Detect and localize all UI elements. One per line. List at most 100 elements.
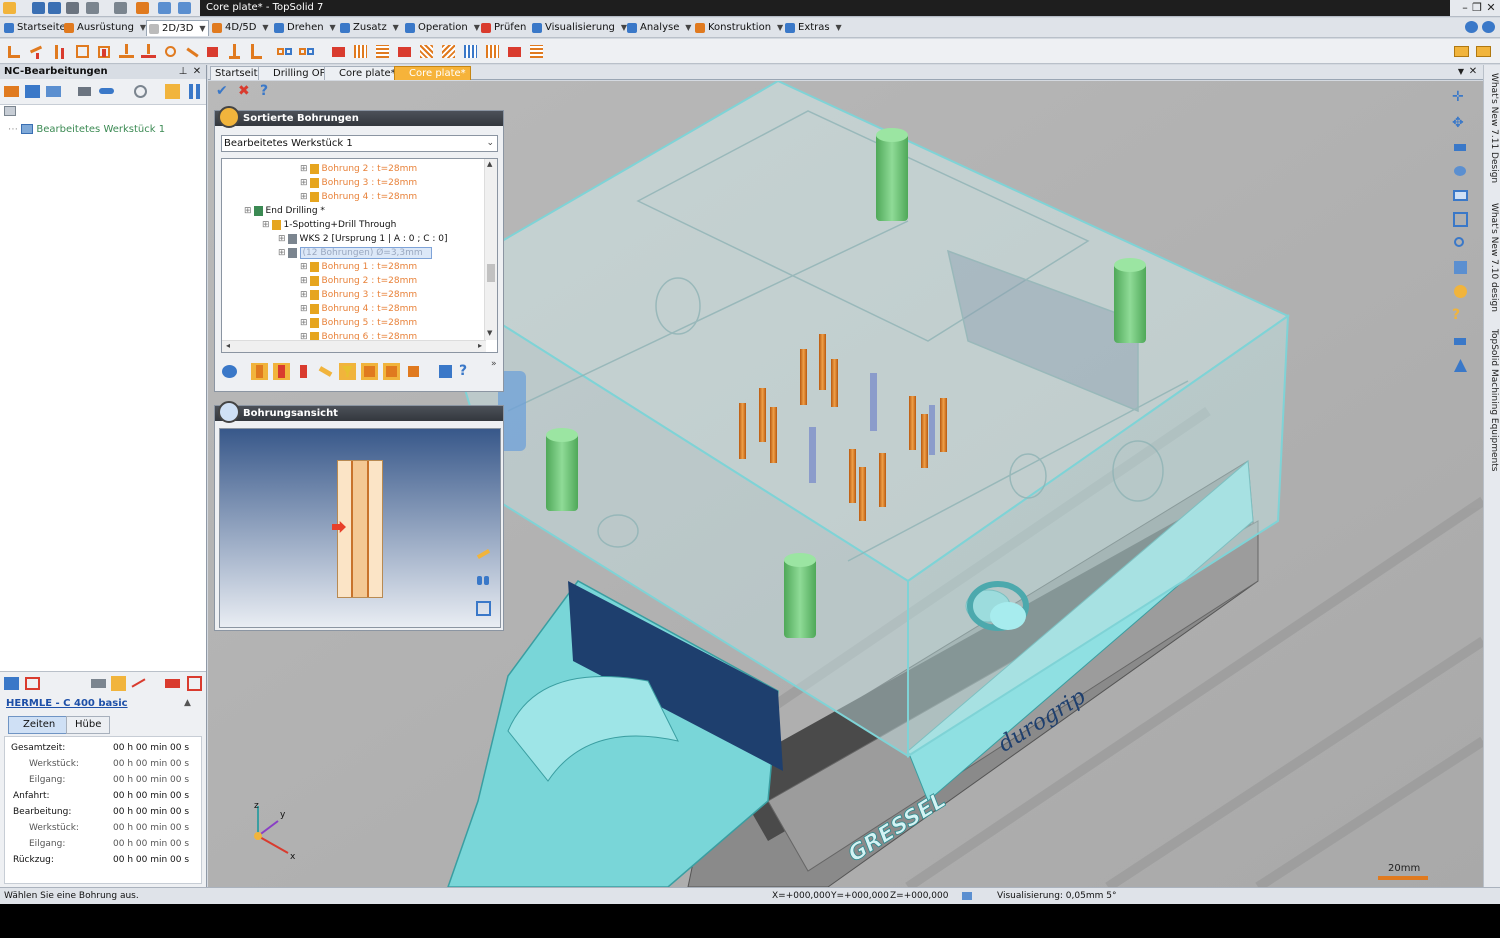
menu-extras[interactable]: Extras ▼ [783,20,844,36]
tree-expander-icon[interactable]: ⊞ [278,234,286,244]
chevron-down-icon[interactable]: ⌄ [486,136,494,151]
menu-konstruktion[interactable]: Konstruktion ▼ [693,20,785,36]
hole-type-3-icon[interactable] [295,363,312,380]
scroll-down-icon[interactable]: ▼ [487,329,492,337]
tree-row-drill[interactable]: ⊞ Bohrung 3 : t=28mm [300,288,417,302]
stock-icon[interactable] [24,83,41,100]
dock-tab-machining-equipments[interactable]: TopSolid Machining Equipments [1486,329,1499,471]
redo-icon[interactable] [114,2,127,14]
tab-drilling-op[interactable]: Drilling OP [258,66,331,80]
deburr-tool-icon[interactable] [506,43,523,60]
help-icon[interactable] [1465,21,1478,33]
machine-icon[interactable] [3,83,20,100]
scroll-thumb[interactable] [487,264,495,282]
tap-tool-icon[interactable] [140,43,157,60]
zoom-icon[interactable] [1452,235,1469,252]
cancel-icon[interactable]: ✖ [238,83,255,100]
chevron-down-icon[interactable]: ▼ [834,20,844,36]
chevron-down-icon[interactable]: ▼ [198,21,208,37]
tree-expander-icon[interactable]: ⊞ [300,290,308,300]
fixture-icon[interactable] [45,83,62,100]
roughing-tool-icon[interactable] [418,43,435,60]
drill-tool-icon[interactable] [118,43,135,60]
tree-expander[interactable]: ⋯ [8,124,18,135]
chevron-down-icon[interactable]: ▼ [261,20,271,36]
hole-type-2-icon[interactable] [273,363,290,380]
info-icon[interactable] [1482,21,1495,33]
sync-ops-icon[interactable] [186,83,203,100]
probe-tool-icon[interactable] [528,43,545,60]
menu-operation[interactable]: Operation ▼ [403,20,482,36]
thread-tool-icon[interactable] [204,43,221,60]
tree-expander-icon[interactable]: ⊞ [300,262,308,272]
tree-row-wcs[interactable]: ⊞ WKS 2 [Ursprung 1 | A : 0 ; C : 0] [278,232,448,246]
face-tool-icon[interactable] [374,43,391,60]
hole-delete-icon[interactable] [405,363,422,380]
tree-expander-icon[interactable]: ⊞ [300,276,308,286]
slot-tool-icon[interactable] [396,43,413,60]
tree-row-drill[interactable]: ⊞ Bohrung 2 : t=28mm [300,274,417,288]
rest-tool-icon[interactable] [462,43,479,60]
hole-tool-icon[interactable] [96,43,113,60]
section-icon[interactable] [1452,333,1469,350]
menu-drehen[interactable]: Drehen ▼ [272,20,338,36]
tab-huebe[interactable]: Hübe [66,716,111,734]
refresh-icon[interactable] [158,2,171,14]
undo-icon[interactable] [86,2,99,14]
toolpath-icon[interactable] [90,675,107,692]
tree-expander-icon[interactable]: ⊞ [300,178,308,188]
chevron-down-icon[interactable]: ▼ [391,20,401,36]
tree-row-group[interactable]: ⊞ (12 Bohrungen) Ø=3,3mm [278,246,432,260]
menu-zusatz[interactable]: Zusatz ▼ [338,20,401,36]
layout-icon[interactable] [178,2,191,14]
print-icon[interactable] [66,2,79,14]
tree-expander-icon[interactable]: ⊞ [278,248,286,258]
menu-visualisierung[interactable]: Visualisierung ▼ [530,20,629,36]
view-direction-icon[interactable] [1452,139,1469,156]
tree-row-drill[interactable]: ⊞ Bohrung 4 : t=28mm [300,190,417,204]
tree-expander-icon[interactable]: ⊞ [262,220,270,230]
bore-tool-icon[interactable] [162,43,179,60]
tree-row-drill[interactable]: ⊞ Bohrung 4 : t=28mm [300,302,417,316]
contour-tool-icon[interactable] [352,43,369,60]
chamfer-tool-icon[interactable] [248,43,265,60]
zoom-fit-icon[interactable] [475,600,492,617]
line-tool-icon[interactable] [6,43,23,60]
menu-startseite[interactable]: Startseite [2,20,66,36]
tree-expander-icon[interactable]: ⊞ [300,192,308,202]
hole-filter-3-icon[interactable] [383,363,400,380]
pin-icon[interactable]: ⊥ [176,65,190,79]
menu-4d5d[interactable]: 4D/5D ▼ [210,20,271,36]
hole-export-icon[interactable] [437,363,454,380]
workpiece-select[interactable]: Bearbeitetes Werkstück 1 ⌄ [221,135,498,152]
tree-expander-icon[interactable]: ⊞ [300,304,308,314]
sort-ops-icon[interactable] [164,83,181,100]
bar-tool-icon[interactable] [52,43,69,60]
tree-row-tool[interactable]: ⊞ 1-Spotting+Drill Through [262,218,396,232]
machine-setup-icon[interactable] [3,675,20,692]
tree-expander-icon[interactable]: ⊞ [300,318,308,328]
finishing-tool-icon[interactable] [440,43,457,60]
motion-icon[interactable] [110,675,127,692]
perspective-icon[interactable] [1452,357,1469,374]
menu-ausruestung[interactable]: Ausrüstung ▼ [62,20,148,36]
more-icon[interactable]: » [491,359,497,369]
cube-view-icon[interactable] [1452,259,1469,276]
scroll-left-icon[interactable]: ◂ [226,341,230,350]
tree-vscrollbar[interactable]: ▲ ▼ [484,159,497,340]
save-all-icon[interactable] [48,2,61,14]
tree-row-drill[interactable]: ⊞ Bohrung 3 : t=28mm [300,176,417,190]
help-question-icon[interactable]: ? [260,83,277,100]
report-icon[interactable] [186,675,203,692]
viewports-icon[interactable] [1452,187,1469,204]
hole-sort-icon[interactable] [317,363,334,380]
tree-expander-icon[interactable]: ⊞ [300,164,308,174]
scroll-up-icon[interactable]: ▲ [487,160,492,168]
dock-tab-whats-new-710[interactable]: What's New 7.10 design [1486,203,1499,312]
tab-core-plate-active[interactable]: Core plate* [394,66,471,80]
menu-pruefen[interactable]: Prüfen [479,20,526,36]
machine-name[interactable]: HERMLE - C 400 basic [6,698,128,709]
rotate-icon[interactable]: ✥ [1452,115,1469,132]
tree-hscrollbar[interactable]: ◂ ▸ [222,340,486,352]
scroll-right-icon[interactable]: ▸ [478,341,482,350]
